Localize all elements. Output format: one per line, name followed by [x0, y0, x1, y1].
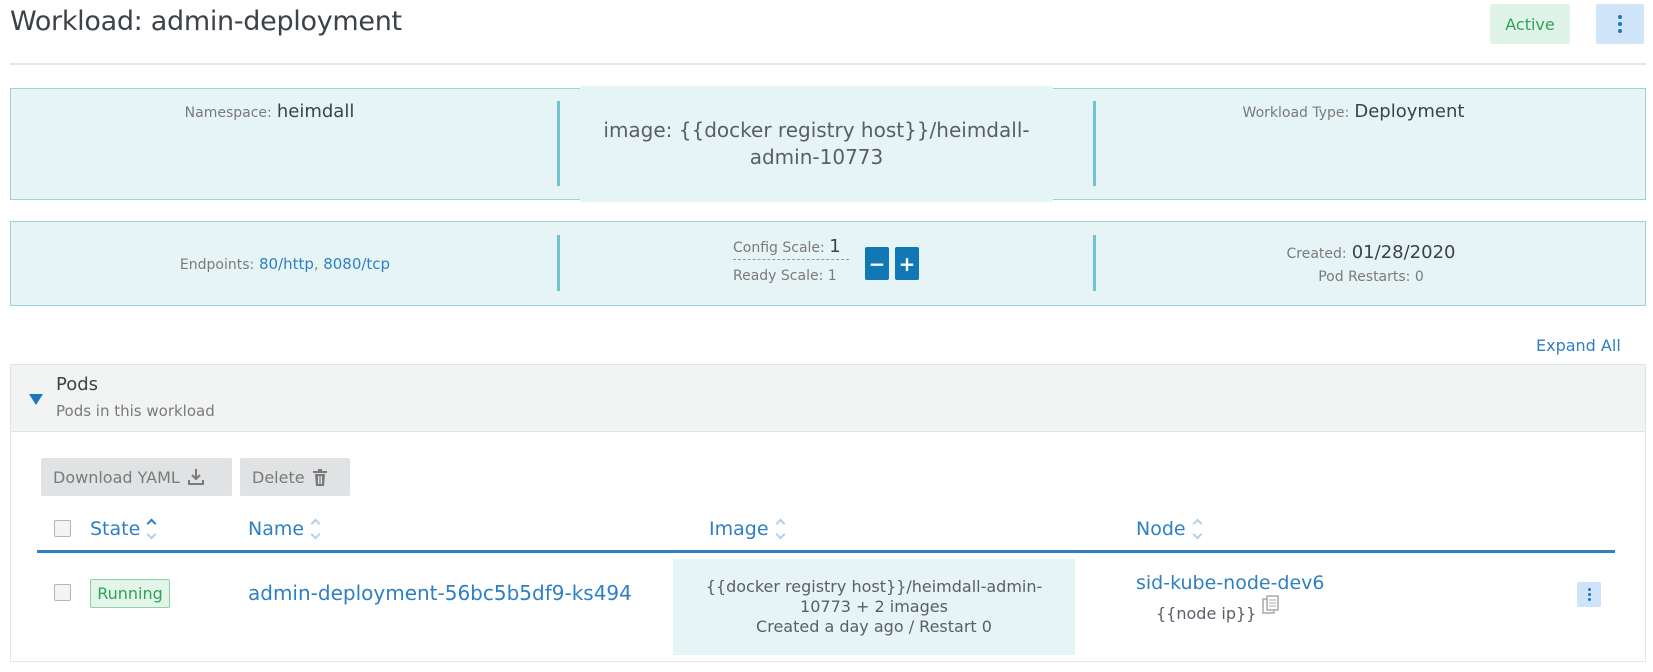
page-title: Workload: admin-deployment	[10, 6, 402, 37]
pod-image-text: {{docker registry host}}/heimdall-admin-…	[705, 577, 1043, 616]
workload-actions-button[interactable]	[1596, 4, 1644, 44]
delete-button[interactable]: Delete	[240, 458, 350, 496]
config-scale-value: 1	[829, 236, 841, 257]
download-yaml-label: Download YAML	[53, 467, 180, 487]
workload-image: image: {{docker registry host}}/heimdall…	[580, 86, 1053, 202]
column-header-label: Name	[248, 518, 305, 540]
column-header-label: State	[90, 518, 141, 540]
kebab-menu-icon	[1618, 15, 1622, 33]
config-scale-label: Config Scale:	[733, 240, 825, 256]
sort-icon	[1192, 518, 1203, 540]
ready-scale: Ready Scale: 1	[733, 268, 837, 284]
sort-icon	[775, 518, 785, 540]
column-header-node[interactable]: Node	[1136, 518, 1203, 540]
info-divider	[1093, 101, 1096, 186]
table-header-underline	[37, 550, 1615, 553]
row-checkbox[interactable]	[54, 584, 71, 601]
status-badge: Active	[1490, 4, 1570, 44]
endpoint-link[interactable]: 8080/tcp	[323, 255, 390, 273]
minus-icon: −	[868, 251, 886, 276]
workload-type-value: Deployment	[1354, 101, 1465, 122]
pod-name-link[interactable]: admin-deployment-56bc5b5df9-ks494	[248, 581, 632, 605]
pod-actions-button[interactable]	[1577, 582, 1601, 607]
config-scale: Config Scale: 1	[733, 236, 849, 260]
trash-icon	[312, 468, 327, 486]
workload-type-cell: Workload Type: Deployment	[1061, 89, 1646, 199]
node-ip: {{node ip}}	[1156, 604, 1257, 623]
header-divider	[10, 63, 1646, 65]
delete-label: Delete	[252, 467, 305, 487]
sort-icon	[146, 518, 157, 540]
created-cell: Created: 01/28/2020 Pod Restarts: 0	[1096, 222, 1646, 305]
namespace-value: heimdall	[276, 101, 355, 122]
scale-up-button[interactable]: +	[895, 247, 919, 280]
column-header-label: Node	[1136, 518, 1186, 540]
kebab-menu-icon	[1587, 588, 1591, 601]
download-yaml-button[interactable]: Download YAML	[41, 458, 232, 496]
pod-state-badge: Running	[90, 579, 170, 608]
select-all-checkbox[interactable]	[54, 520, 71, 537]
info-divider	[557, 235, 560, 291]
pods-subtitle: Pods in this workload	[56, 402, 215, 420]
column-header-state[interactable]: State	[90, 518, 157, 540]
endpoints-label: Endpoints:	[179, 256, 255, 273]
namespace-label: Namespace:	[184, 105, 272, 121]
column-header-image[interactable]: Image	[709, 518, 785, 540]
endpoints-cell: Endpoints: 80/http, 8080/tcp	[11, 222, 559, 305]
info-divider	[557, 101, 560, 186]
created-value: 01/28/2020	[1351, 242, 1456, 263]
download-icon	[187, 469, 204, 485]
column-header-label: Image	[709, 518, 769, 540]
node-link[interactable]: sid-kube-node-dev6	[1136, 572, 1325, 594]
pod-image-cell: {{docker registry host}}/heimdall-admin-…	[673, 559, 1075, 655]
column-header-name[interactable]: Name	[248, 518, 321, 540]
copy-clipboard-icon[interactable]	[1261, 595, 1281, 615]
scale-info: Config Scale: 1 Ready Scale: 1	[733, 236, 849, 284]
created-label: Created:	[1286, 246, 1347, 262]
endpoint-separator: ,	[313, 256, 319, 273]
plus-icon: +	[898, 251, 916, 276]
info-divider	[1093, 235, 1096, 291]
namespace-cell: Namespace: heimdall	[11, 89, 528, 199]
endpoint-link[interactable]: 80/http	[259, 255, 314, 273]
workload-type-label: Workload Type:	[1242, 105, 1350, 121]
collapse-caret-icon[interactable]	[29, 394, 43, 405]
pod-restarts: Pod Restarts: 0	[1318, 269, 1424, 285]
pods-section-header[interactable]: Pods Pods in this workload	[10, 364, 1646, 432]
scale-down-button[interactable]: −	[865, 247, 889, 280]
pod-created-text: Created a day ago / Restart 0	[756, 617, 992, 636]
expand-all-link[interactable]: Expand All	[1536, 336, 1621, 355]
pods-title: Pods	[56, 374, 99, 395]
sort-icon	[310, 518, 321, 540]
